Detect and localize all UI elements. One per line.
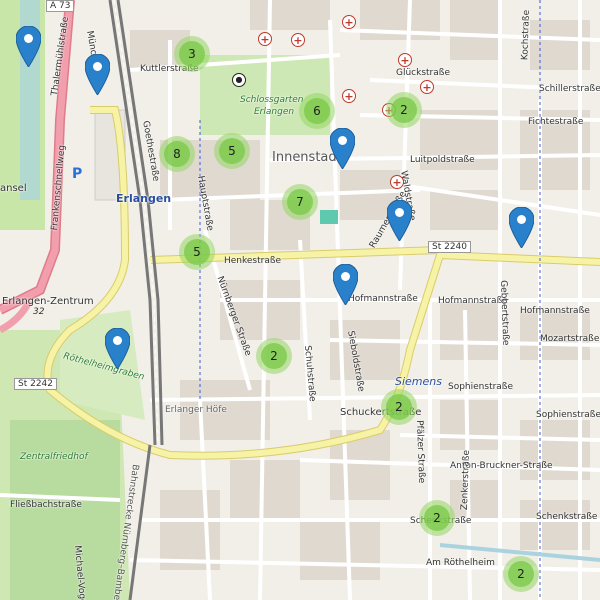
marker-cluster[interactable]: 7 [282,184,318,220]
street-label: Hofmannstraße [438,296,508,306]
street-label: Hofmannstraße [520,306,590,316]
street-label: Hofmannstraße [348,294,418,304]
street-label: Schenkstraße [536,512,598,522]
hospital-icon: + [420,80,434,94]
cluster-count: 2 [261,343,287,369]
hospital-icon: + [291,33,305,47]
road-shield-st2242: St 2242 [14,378,58,390]
hospital-icon: + [342,15,356,29]
cluster-count: 8 [164,141,190,167]
marker-cluster[interactable]: 2 [381,389,417,425]
marker-cluster[interactable]: 2 [256,338,292,374]
map-marker-pin[interactable] [387,200,412,241]
hospital-icon: + [398,53,412,67]
marker-cluster[interactable]: 8 [159,136,195,172]
street-label: Am Röthelheim [426,558,495,568]
street-label: Glückstraße [396,68,450,78]
street-label: Fließbachstraße [10,500,82,510]
district-label-zentrum: Erlangen-Zentrum [2,296,94,307]
cluster-count: 2 [508,561,534,587]
map-marker-pin[interactable] [85,54,110,95]
cluster-count: 5 [219,138,245,164]
cluster-count: 5 [184,239,210,265]
street-label: Erlanger Höfe [165,405,227,415]
marker-cluster[interactable]: 5 [179,234,215,270]
cluster-count: 3 [179,41,205,67]
district-label-siemens: Siemens [395,375,442,388]
street-label: Henkestraße [224,256,282,266]
hospital-icon: + [342,89,356,103]
street-label: Fichtestraße [528,117,584,127]
street-label: Luitpoldstraße [410,155,475,165]
marker-cluster[interactable]: 5 [214,133,250,169]
cluster-count: 2 [391,97,417,123]
street-label: Sophienstraße [536,410,600,420]
marker-cluster[interactable]: 2 [503,556,539,592]
marker-cluster[interactable]: 2 [419,500,455,536]
street-label: Kochstraße [520,9,533,61]
street-label: Pfälzer Straße [414,420,427,484]
street-label: ansel [0,183,27,194]
street-label: Zenkerstraße [459,449,473,511]
street-label: Sophienstraße [448,382,514,392]
cluster-count: 7 [287,189,313,215]
road-shield-32: 32 [33,307,45,317]
marker-cluster[interactable]: 2 [386,92,422,128]
map-canvas[interactable]: A 73 St 2240 St 2242 32 Innenstadt Erlan… [0,0,600,600]
cluster-count: 6 [304,98,330,124]
street-label: Schillerstraße [539,84,600,94]
road-shield-a73: A 73 [46,0,75,12]
map-marker-pin[interactable] [333,264,358,305]
map-marker-pin[interactable] [509,207,534,248]
park-label-schlossgarten: Schlossgarten [240,95,304,105]
road-shield-st2240: St 2240 [428,241,472,253]
map-marker-pin[interactable] [105,328,130,369]
map-marker-pin[interactable] [330,128,355,169]
park-label-zentralfriedhof: Zentralfriedhof [20,452,88,462]
map-marker-pin[interactable] [16,26,41,67]
hospital-icon: + [390,175,404,189]
hospital-icon: + [258,32,272,46]
viewpoint-icon: ● [232,73,246,87]
marker-cluster[interactable]: 3 [174,36,210,72]
cluster-count: 2 [424,505,450,531]
cluster-count: 2 [386,394,412,420]
street-label: Mozartstraße [540,334,600,344]
parking-icon: P [72,166,83,182]
district-label-erlangen: Erlangen [116,192,172,205]
marker-cluster[interactable]: 6 [299,93,335,129]
park-label-schlossgarten-2: Erlangen [254,107,295,117]
